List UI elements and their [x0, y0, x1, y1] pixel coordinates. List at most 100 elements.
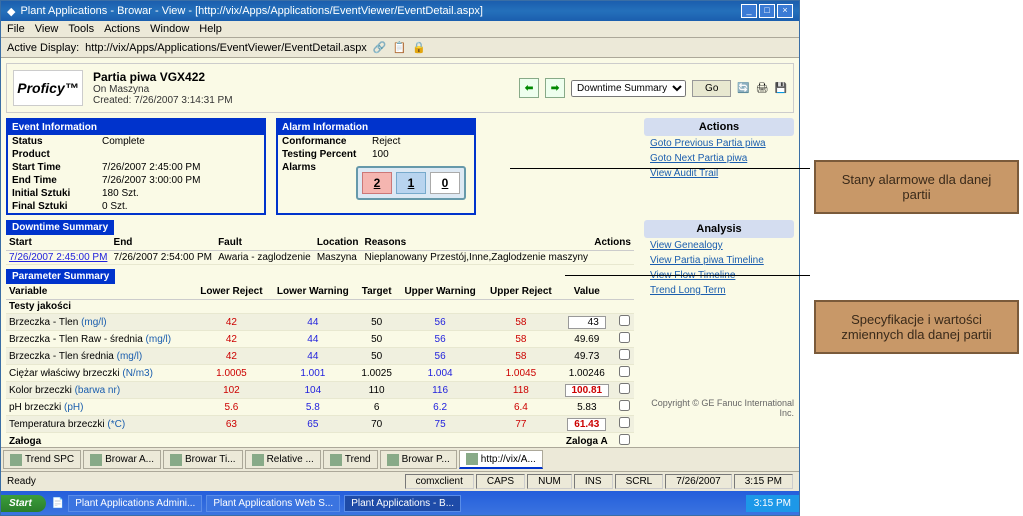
checkbox-cell[interactable]	[615, 314, 634, 331]
alarm-red-count[interactable]: 2	[362, 172, 392, 194]
go-button[interactable]: Go	[692, 80, 731, 97]
col-header[interactable]	[615, 284, 634, 300]
tab-browar-a[interactable]: Browar A...	[83, 450, 161, 469]
menu-actions[interactable]: Actions	[104, 23, 140, 35]
menu-help[interactable]: Help	[199, 23, 222, 35]
value[interactable]: 100.81	[559, 382, 615, 399]
lower-warning: 1.001	[269, 365, 356, 382]
param-row[interactable]: Brzeczka - Tlen Raw - średnia (mg/l) 42 …	[6, 331, 634, 348]
col-header[interactable]: Target	[356, 284, 397, 300]
col-header[interactable]: Lower Warning	[269, 284, 356, 300]
chart-icon	[252, 454, 264, 466]
checkbox-cell[interactable]	[615, 348, 634, 365]
checkbox-cell[interactable]	[615, 331, 634, 348]
trend-link[interactable]: Trend Long Term	[644, 283, 794, 298]
checkbox-cell[interactable]	[615, 365, 634, 382]
target: 70	[356, 416, 397, 433]
zaloga-val: Zaloga A	[559, 433, 615, 448]
checkbox-cell[interactable]	[615, 382, 634, 399]
tab-trend-spc[interactable]: Trend SPC	[3, 450, 81, 469]
col-header[interactable]: Actions	[591, 235, 634, 251]
windows-taskbar: Start 📄 Plant Applications Admini... Pla…	[1, 491, 799, 515]
target: 50	[356, 314, 397, 331]
param-row[interactable]: Temperatura brzeczki (*C) 63 65 70 75 77…	[6, 416, 634, 433]
close-button[interactable]: ×	[777, 4, 793, 18]
alarm-white-count[interactable]: 0	[430, 172, 460, 194]
statusbar: Ready comxclient CAPS NUM INS SCRL 7/26/…	[1, 471, 799, 491]
menu-view[interactable]: View	[35, 23, 59, 35]
goto-next-link[interactable]: Goto Next Partia piwa	[644, 151, 794, 166]
batch-created: Created: 7/26/2007 3:14:31 PM	[93, 95, 233, 106]
param-row[interactable]: Kolor brzeczki (barwa nr) 102 104 110 11…	[6, 382, 634, 399]
prev-arrow-button[interactable]: ⬅	[519, 78, 539, 98]
taskbar-item-active[interactable]: Plant Applications - B...	[344, 495, 461, 512]
col-header[interactable]: Start	[6, 235, 111, 251]
summary-select[interactable]: Downtime Summary	[571, 80, 686, 97]
taskbar-item[interactable]: Plant Applications Web S...	[206, 495, 340, 512]
upper-warning: 56	[397, 348, 483, 365]
checkbox[interactable]	[619, 434, 630, 445]
menu-tools[interactable]: Tools	[68, 23, 94, 35]
target: 6	[356, 399, 397, 416]
param-row[interactable]: pH brzeczki (pH) 5.6 5.8 6 6.2 6.4 5.83	[6, 399, 634, 416]
col-header[interactable]: Reasons	[362, 235, 592, 251]
event-key: End Time	[12, 175, 102, 186]
col-header[interactable]: Variable	[6, 284, 193, 300]
checkbox-cell[interactable]	[615, 399, 634, 416]
col-header[interactable]: Value	[559, 284, 615, 300]
menu-window[interactable]: Window	[150, 23, 189, 35]
start-button[interactable]: Start	[1, 495, 46, 512]
value[interactable]: 49.69	[559, 331, 615, 348]
param-row[interactable]: Brzeczka - Tlen średnia (mg/l) 42 44 50 …	[6, 348, 634, 365]
genealogy-link[interactable]: View Genealogy	[644, 238, 794, 253]
lower-reject: 42	[193, 331, 269, 348]
col-header[interactable]: Upper Reject	[483, 284, 558, 300]
callout-alarms: Stany alarmowe dla danej partii	[814, 160, 1019, 214]
param-row[interactable]: Brzeczka - Tlen (mg/l) 42 44 50 56 58 43	[6, 314, 634, 331]
status-time: 3:15 PM	[734, 474, 793, 489]
maximize-button[interactable]: □	[759, 4, 775, 18]
system-tray[interactable]: 3:15 PM	[746, 495, 799, 512]
menu-file[interactable]: File	[7, 23, 25, 35]
goto-prev-link[interactable]: Goto Previous Partia piwa	[644, 136, 794, 151]
window-title: Plant Applications - Browar - View - [ht…	[20, 5, 482, 17]
taskbar-item[interactable]: Plant Applications Admini...	[68, 495, 202, 512]
checkbox-cell[interactable]	[615, 416, 634, 433]
print-icon[interactable]: 🖨	[756, 83, 769, 94]
col-header[interactable]: Fault	[215, 235, 314, 251]
export-icon[interactable]: 💾	[775, 83, 787, 94]
tab-relative[interactable]: Relative ...	[245, 450, 321, 469]
downtime-row[interactable]: 7/26/2007 2:45:00 PM7/26/2007 2:54:00 PM…	[6, 251, 634, 265]
col-header[interactable]: Lower Reject	[193, 284, 269, 300]
value[interactable]: 61.43	[559, 416, 615, 433]
param-row[interactable]: Ciężar właściwy brzeczki (N/m3) 1.0005 1…	[6, 365, 634, 382]
timeline-link[interactable]: View Partia piwa Timeline	[644, 253, 794, 268]
upper-warning: 75	[397, 416, 483, 433]
tab-trend[interactable]: Trend	[323, 450, 378, 469]
next-arrow-button[interactable]: ➡	[545, 78, 565, 98]
col-header[interactable]: Location	[314, 235, 362, 251]
app-window: ◆ Plant Applications - Browar - View - […	[0, 0, 800, 516]
upper-reject: 1.0045	[483, 365, 558, 382]
var-name: pH brzeczki (pH)	[6, 399, 193, 416]
upper-reject: 58	[483, 348, 558, 365]
target: 110	[356, 382, 397, 399]
col-header[interactable]: Upper Warning	[397, 284, 483, 300]
value[interactable]: 49.73	[559, 348, 615, 365]
refresh-icon[interactable]: 🔄	[737, 83, 749, 94]
link-icon[interactable]: 🔗	[373, 41, 387, 54]
value[interactable]: 43	[559, 314, 615, 331]
alarm-blue-count[interactable]: 1	[396, 172, 426, 194]
tab-url[interactable]: http://vix/A...	[459, 450, 543, 469]
minimize-button[interactable]: _	[741, 4, 757, 18]
tab-browar-p[interactable]: Browar P...	[380, 450, 457, 469]
display-url: http://vix/Apps/Applications/EventViewer…	[85, 42, 367, 54]
value[interactable]: 5.83	[559, 399, 615, 416]
tab-browar-ti[interactable]: Browar Ti...	[163, 450, 243, 469]
downtime-table: StartEndFaultLocationReasonsActions 7/26…	[6, 235, 634, 265]
col-header[interactable]: End	[111, 235, 216, 251]
lock-icon[interactable]: 🔒	[412, 41, 426, 54]
value[interactable]: 1.00246	[559, 365, 615, 382]
copy-icon[interactable]: 📋	[393, 41, 407, 54]
quicklaunch-icon[interactable]: 📄	[52, 498, 64, 509]
